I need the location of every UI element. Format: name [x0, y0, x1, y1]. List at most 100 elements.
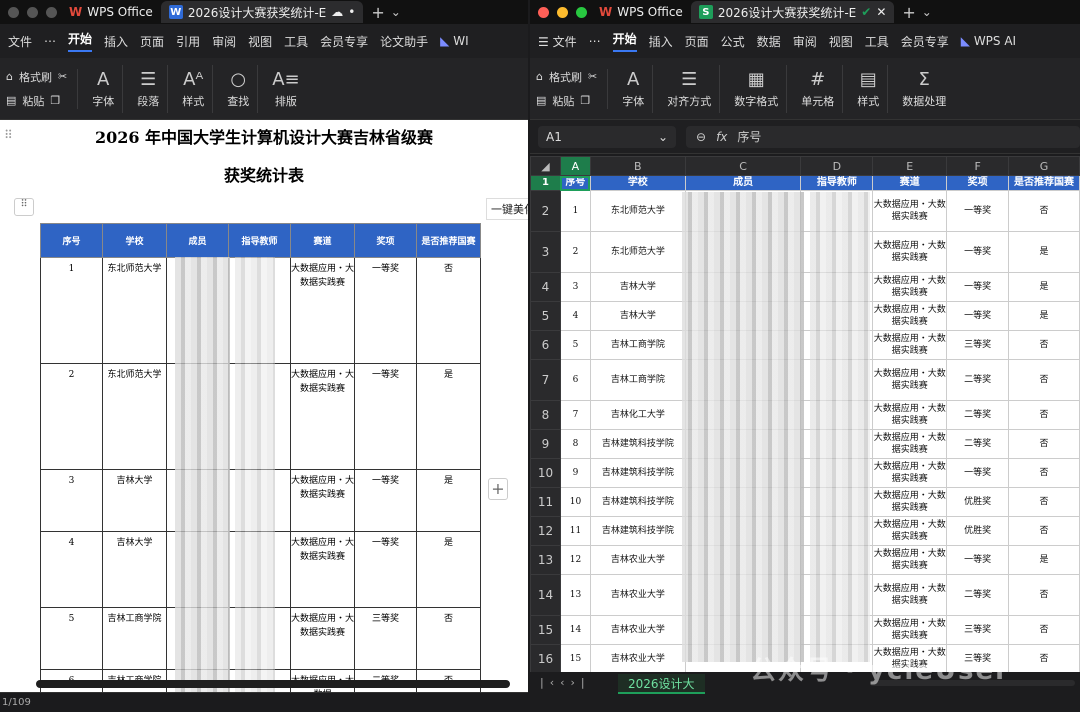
row-header[interactable]: 5: [530, 301, 561, 331]
chevron-down-icon[interactable]: ⌄: [922, 5, 932, 19]
col-header-A[interactable]: A: [559, 156, 591, 176]
find-group[interactable]: ○ 查找: [219, 64, 259, 113]
cell-recommend[interactable]: 否: [1008, 574, 1080, 616]
cell-award[interactable]: 二等奖: [946, 400, 1010, 430]
cell-no[interactable]: 3: [559, 272, 591, 302]
menu-page[interactable]: 页面: [140, 33, 164, 50]
cell-school[interactable]: 吉林工商学院: [589, 359, 686, 401]
row-header[interactable]: 14: [530, 574, 561, 616]
col-header-F[interactable]: F: [946, 156, 1010, 176]
cell-school[interactable]: 东北师范大学: [102, 363, 167, 470]
cell-A1[interactable]: 序号: [559, 175, 591, 191]
cell-recommend[interactable]: 是: [1008, 301, 1080, 331]
paragraph-group[interactable]: ☰ 段落: [129, 64, 169, 113]
wps-home-tab[interactable]: W WPS Office: [591, 1, 691, 23]
layout-group[interactable]: A≡ 排版: [264, 65, 307, 113]
cell-school[interactable]: 吉林大学: [102, 531, 167, 608]
cell-no[interactable]: 14: [559, 615, 591, 645]
cell-no[interactable]: 13: [559, 574, 591, 616]
cell-recommend[interactable]: 否: [1008, 644, 1080, 674]
cell-recommend[interactable]: 是: [1008, 545, 1080, 575]
cell-track[interactable]: 大数据应用・大数据实践赛: [290, 607, 355, 670]
tab-close-icon[interactable]: •: [348, 5, 355, 19]
add-column-icon[interactable]: +: [488, 478, 508, 500]
menu-member[interactable]: 会员专享: [320, 33, 368, 50]
fx-icon[interactable]: fx: [716, 130, 727, 144]
menu-file[interactable]: 文件: [8, 33, 32, 50]
row-header[interactable]: 3: [530, 231, 561, 273]
menu-formula[interactable]: 公式: [721, 33, 745, 50]
cell-no[interactable]: 7: [559, 400, 591, 430]
spreadsheet-grid[interactable]: ◢ A B C D E F G 1 序号 学校 成员 指导教师 赛道 奖项 是否…: [530, 156, 1080, 674]
cell-no[interactable]: 12: [559, 545, 591, 575]
menu-tools[interactable]: 工具: [284, 33, 308, 50]
row-header[interactable]: 11: [530, 487, 561, 517]
copy-icon[interactable]: ❐: [580, 94, 590, 107]
style-group[interactable]: Aᴬ 样式: [174, 64, 214, 113]
cell-no[interactable]: 4: [559, 301, 591, 331]
cell-track[interactable]: 大数据应用・大数据实践赛: [872, 231, 948, 273]
cell-school[interactable]: 吉林建筑科技学院: [589, 429, 686, 459]
cell-school[interactable]: 吉林工商学院: [102, 607, 167, 670]
cut-icon[interactable]: ✂: [58, 70, 67, 83]
cell-track[interactable]: 大数据应用・大数据实践赛: [872, 190, 948, 232]
document-page[interactable]: 2026 年中国大学生计算机设计大赛吉林省级赛 获奖统计表 ⠿ ⠿ 一键美化 +…: [0, 122, 528, 703]
cell-no[interactable]: 1: [40, 257, 103, 364]
cell-track[interactable]: 大数据应用・大数据实践赛: [872, 516, 948, 546]
cell-no[interactable]: 11: [559, 516, 591, 546]
cell-track[interactable]: 大数据应用・大数据实践赛: [872, 429, 948, 459]
menu-view[interactable]: 视图: [829, 33, 853, 50]
cell-recommend[interactable]: 否: [416, 607, 481, 670]
cell-no[interactable]: 4: [40, 531, 103, 608]
cell-recommend[interactable]: 否: [1008, 359, 1080, 401]
row-header[interactable]: 7: [530, 359, 561, 401]
menu-file[interactable]: ☰ 文件: [538, 33, 577, 50]
cell-school[interactable]: 吉林农业大学: [589, 615, 686, 645]
zoom-icon[interactable]: ⊖: [696, 130, 706, 144]
cell-school[interactable]: 吉林建筑科技学院: [589, 516, 686, 546]
sheet-nav-arrows-icon[interactable]: |‹‹›|: [540, 676, 591, 689]
drag-handle-icon[interactable]: ⠿: [4, 128, 13, 142]
cell-school[interactable]: 吉林农业大学: [589, 545, 686, 575]
cell-award[interactable]: 二等奖: [946, 359, 1010, 401]
format-painter-button[interactable]: ⌂ 格式刷 ✂: [6, 69, 67, 85]
cell-track[interactable]: 大数据应用・大数据实践赛: [872, 359, 948, 401]
row-header[interactable]: 10: [530, 458, 561, 488]
cell-school[interactable]: 吉林农业大学: [589, 574, 686, 616]
cell-award[interactable]: 一等奖: [354, 257, 417, 364]
horizontal-scrollbar[interactable]: [36, 680, 510, 688]
select-all-corner[interactable]: ◢: [530, 156, 561, 176]
cell-group[interactable]: # 单元格: [793, 64, 844, 113]
cell-school[interactable]: 吉林大学: [102, 469, 167, 532]
beautify-button[interactable]: 一键美化: [486, 198, 528, 220]
cell-no[interactable]: 15: [559, 644, 591, 674]
zoom-dot[interactable]: [576, 6, 587, 18]
more-icon[interactable]: ⋯: [44, 34, 56, 48]
more-icon[interactable]: ⋯: [589, 34, 601, 48]
chevron-down-icon[interactable]: ⌄: [391, 5, 401, 19]
cell-award[interactable]: 一等奖: [354, 363, 417, 470]
cell-award[interactable]: 一等奖: [946, 272, 1010, 302]
menu-reference[interactable]: 引用: [176, 33, 200, 50]
cell-no[interactable]: 3: [40, 469, 103, 532]
col-header-C[interactable]: C: [684, 156, 802, 176]
sheet-tab[interactable]: S 2026设计大赛获奖统计-E ✔ ✕: [690, 1, 895, 23]
cell-recommend[interactable]: 否: [1008, 400, 1080, 430]
cut-icon[interactable]: ✂: [588, 70, 597, 83]
cell-award[interactable]: 一等奖: [354, 531, 417, 608]
cell-recommend[interactable]: 是: [1008, 231, 1080, 273]
new-tab-icon[interactable]: +: [371, 3, 384, 22]
close-dot[interactable]: [8, 6, 19, 18]
close-dot[interactable]: [538, 6, 549, 18]
cell-D1[interactable]: 指导教师: [800, 175, 874, 191]
cell-track[interactable]: 大数据应用・大数据实践赛: [872, 487, 948, 517]
cell-award[interactable]: 三等奖: [354, 607, 417, 670]
col-header-E[interactable]: E: [872, 156, 948, 176]
cell-no[interactable]: 2: [559, 231, 591, 273]
menu-home[interactable]: 开始: [612, 30, 637, 52]
cell-track[interactable]: 大数据应用・大数据实践赛: [872, 272, 948, 302]
cell-no[interactable]: 9: [559, 458, 591, 488]
cell-recommend[interactable]: 否: [416, 257, 481, 364]
paste-button[interactable]: ▤ 粘贴 ❐: [536, 93, 597, 109]
cell-recommend[interactable]: 是: [416, 363, 481, 470]
